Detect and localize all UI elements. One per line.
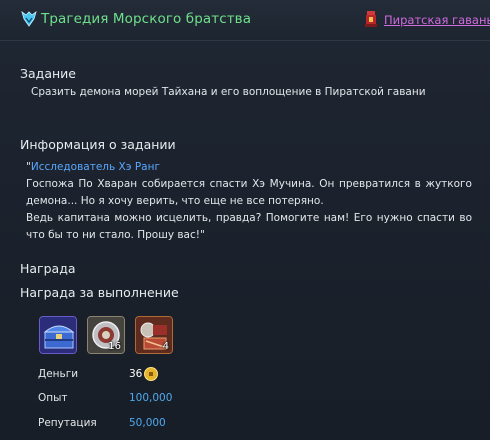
reward-item-2[interactable]: 16 xyxy=(87,316,125,354)
item-count: 16 xyxy=(108,341,121,352)
exp-value: 100,000 xyxy=(129,392,173,404)
exp-label: Опыт xyxy=(38,392,68,404)
quest-emblem-icon xyxy=(21,10,37,27)
quest-title: Трагедия Морского братства xyxy=(41,11,252,27)
reward-heading: Награда xyxy=(20,261,76,276)
location-marker-icon xyxy=(365,11,377,27)
completion-reward-heading: Награда за выполнение xyxy=(20,285,179,300)
description-paragraph-2: Ведь капитана можно исцелить, правда? По… xyxy=(26,212,472,241)
money-value: 36 xyxy=(129,368,143,380)
gold-coin-icon xyxy=(144,367,158,381)
money-label: Деньги xyxy=(38,368,79,380)
quest-description: "Исследователь Хэ Ранг Госпожа По Хваран… xyxy=(26,159,472,244)
description-paragraph-1: Госпожа По Хваран собирается спасти Хэ М… xyxy=(26,178,472,207)
item-count: 4 xyxy=(162,341,169,352)
reward-item-3[interactable]: 4 xyxy=(135,316,173,354)
location-link[interactable]: Пиратская гавань xyxy=(384,13,490,27)
info-heading: Информация о задании xyxy=(20,137,176,152)
quest-header: Трагедия Морского братства Пиратская гав… xyxy=(0,0,490,41)
objective-heading: Задание xyxy=(20,66,76,81)
npc-speaker: Исследователь Хэ Ранг xyxy=(30,161,160,173)
treasure-chest-icon xyxy=(40,317,76,353)
objective-text: Сразить демона морей Тайхана и его вопло… xyxy=(31,86,426,98)
reward-item-1[interactable] xyxy=(39,316,77,354)
reputation-label: Репутация xyxy=(38,417,97,429)
reputation-value: 50,000 xyxy=(129,417,166,429)
